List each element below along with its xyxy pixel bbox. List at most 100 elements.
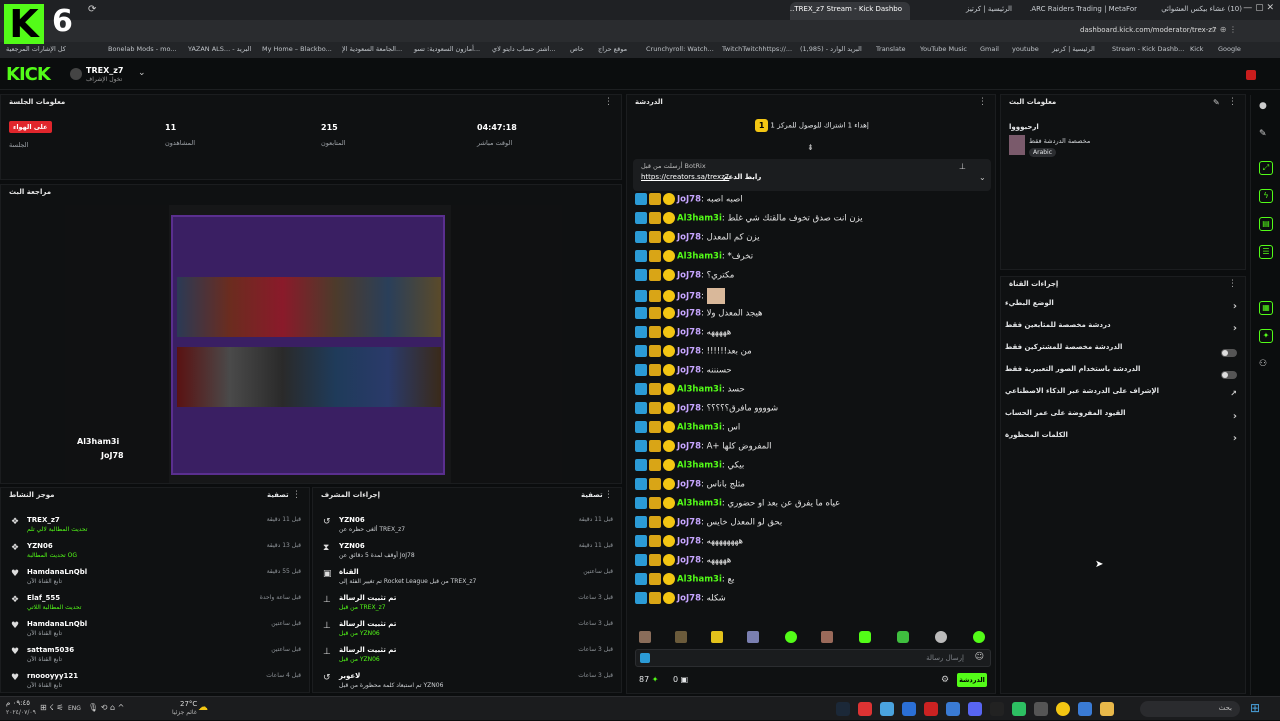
chat-message[interactable]: JoJ78: مثلج باناس (635, 478, 991, 497)
list-item[interactable]: ▣ القناة تم تغيير الفئة إلى Rocket League … (313, 564, 623, 590)
kick-logo[interactable]: KICK (6, 64, 51, 85)
chat-icon[interactable]: ☰ (1259, 245, 1273, 259)
chat-message[interactable]: Al3ham3i: يع (635, 573, 991, 592)
send-chat-button[interactable]: الدردشة (957, 673, 987, 687)
stream-video[interactable]: Al3ham3i JoJ78 (65, 205, 562, 483)
bookmark[interactable]: Crunchyroll: Watch... (646, 45, 714, 53)
chat-message[interactable]: Al3ham3i: يزن انت صدق تخوف مالقتك شي غلط (635, 212, 991, 231)
folder-icon[interactable] (1100, 702, 1114, 716)
steam-icon[interactable] (836, 702, 850, 716)
filter-button[interactable]: تصفية (581, 491, 603, 499)
bolt-icon[interactable]: ϟ (1259, 189, 1273, 203)
list-item[interactable]: ♥ sattam5036 تابع القناة الآن قبل ساعتين (1, 642, 311, 668)
pinned-message[interactable]: أرسلت من قبل BotRix رابط الدعم https://c… (633, 159, 991, 191)
list-item[interactable]: ♥ rnoooyyy121 تابع القناة الآن قبل 4 ساعات (1, 668, 311, 694)
bookmark[interactable]: Google (1218, 45, 1241, 53)
chat-input[interactable]: إرسال رسالة ☺ (635, 649, 991, 667)
bookmark[interactable]: youtube (1012, 45, 1039, 53)
clock-date[interactable]: ٢٠٢٤/٠٧/٠٩ (6, 709, 36, 716)
app-icon[interactable] (924, 702, 938, 716)
chrome-icon[interactable] (1056, 702, 1070, 716)
list-item[interactable]: ⧗ YZN06 أوقف لمدة 5 دقائق عن JoJ78 قبل 11 د… (313, 538, 623, 564)
more-options-icon[interactable]: ⋮ (978, 97, 987, 107)
ai-moderation-row[interactable]: الإشراف على الدردشة عبر الذكاء الاصطناعي… (1001, 387, 1247, 409)
chat-message[interactable]: JoJ78: هههههه (635, 554, 991, 573)
emote-icon[interactable] (935, 631, 947, 643)
list-item[interactable]: ❖ TREX_z7 تحديث المطالبة لالي تلم قبل 11 دق… (1, 512, 311, 538)
collapse-arrow-icon[interactable]: ⇟ (807, 143, 814, 152)
emote-only-row[interactable]: الدردشة باستخدام الصور التعبيرية فقط (1001, 365, 1247, 387)
followers-only-row[interactable]: دردشة مخصصة للمتابعين فقط › (1001, 321, 1247, 343)
tab-arc-raiders[interactable]: ARC Raiders Trading | MetaFor... (1030, 2, 1145, 20)
more-options-icon[interactable]: ⋮ (1228, 97, 1237, 107)
tray-icons-2[interactable]: 🎙 ⟲ ⌂ ^ (88, 703, 124, 712)
counter-value[interactable]: 0 ▣ (673, 675, 688, 684)
chat-message[interactable]: JoJ78: شكله (635, 592, 991, 611)
back-icon[interactable]: ⟳ (88, 4, 96, 15)
slow-mode-row[interactable]: الوضع البطيء › (1001, 299, 1247, 321)
bookmark[interactable]: Gmail (980, 45, 999, 53)
app-icon[interactable] (880, 702, 894, 716)
edit-icon[interactable]: ✎ (1213, 98, 1220, 107)
chat-message[interactable]: JoJ78: !!!!!!من بعد (635, 345, 991, 364)
window-controls[interactable]: — ▢ ✕ (1200, 3, 1280, 13)
list-item[interactable]: ❖ Elaf_555 تحديث المطالبة اللاتي قبل ساعة و… (1, 590, 311, 616)
chat-message[interactable]: JoJ78: حسنننه (635, 364, 991, 383)
app-icon[interactable] (902, 702, 916, 716)
users-icon[interactable]: ⚇ (1259, 359, 1267, 369)
pinned-link[interactable]: https://creators.sa/trexz7 (641, 173, 729, 181)
list-item[interactable]: ❖ YZN06 تحديث المطالبة OG قبل 13 دقيقة (1, 538, 311, 564)
subscribers-only-row[interactable]: الدردشة مخصصة للمشتركين فقط (1001, 343, 1247, 365)
bookmark[interactable]: Bonelab Mods - mo... (108, 45, 177, 53)
app-icon[interactable] (1034, 702, 1048, 716)
emote-icon[interactable] (747, 631, 759, 643)
bookmark[interactable]: Stream - Kick Dashb... (1112, 45, 1184, 53)
tools-icon[interactable]: ✦ (1259, 329, 1273, 343)
more-options-icon[interactable]: ⋮ (604, 97, 613, 107)
chat-message[interactable]: JoJ78: يزن كم المعدل (635, 231, 991, 250)
more-options-icon[interactable]: ⋮ (1228, 279, 1237, 289)
bookmark[interactable]: الرئيسية | كرتيز (1052, 45, 1095, 53)
search-box[interactable]: بحث (1140, 701, 1240, 717)
bookmark[interactable]: Kick (1190, 45, 1203, 53)
edit-icon[interactable]: ✎ (1259, 129, 1267, 139)
chat-message[interactable]: JoJ78: اصبه اصبه (635, 193, 991, 212)
notification-icon[interactable] (1246, 70, 1256, 80)
filter-button[interactable]: تصفية (267, 491, 289, 499)
expand-icon[interactable]: ⤢ (1259, 161, 1273, 175)
tab-kick-dashboard[interactable]: TREX_z7 Stream - Kick Dashbo... (790, 2, 910, 20)
start-icon[interactable]: ⊞ (1250, 701, 1260, 715)
app-icon[interactable] (968, 702, 982, 716)
bookmark[interactable]: موقع حراج (598, 45, 627, 53)
bookmark[interactable]: My Home – Blackbo... (262, 45, 332, 53)
banned-words-row[interactable]: الكلمات المحظورة › (1001, 431, 1247, 453)
chat-message[interactable]: JoJ78: مكتري؟ (635, 269, 991, 288)
goal-banner[interactable]: 1 إهداء 1 اشتراك للوصول للمركز 1 (627, 119, 997, 139)
chevron-down-icon[interactable]: ⌄ (979, 173, 986, 182)
points-counter[interactable]: 87 ✦ (639, 675, 658, 684)
chat-message[interactable]: JoJ78: A+ المفروض كلها (635, 440, 991, 459)
app-icon[interactable] (858, 702, 872, 716)
emote-icon[interactable] (859, 631, 871, 643)
settings-icon[interactable]: ⚙ (941, 675, 949, 685)
chat-message[interactable]: Al3ham3i: عياه ما يفرق عن بعد او حضوري (635, 497, 991, 516)
emote-icon[interactable] (675, 631, 687, 643)
app-icon[interactable] (1078, 702, 1092, 716)
weather-temp[interactable]: 27°C (180, 700, 197, 708)
url-text[interactable]: dashboard.kick.com/moderator/trex-z7 (1080, 26, 1216, 34)
channel-name[interactable]: TREX_z7 (86, 66, 123, 75)
bookmark[interactable]: YAZAN ALS... - البريد (188, 45, 251, 53)
bookmark[interactable]: YouTube Music (920, 45, 967, 53)
tray-icons[interactable]: ⊞ ☇ ⚟ (40, 703, 64, 712)
extension-icons[interactable]: ☆ ⊕ ⋮ (1210, 25, 1237, 34)
emote-icon[interactable] (897, 631, 909, 643)
channel-avatar[interactable] (70, 68, 82, 80)
language-indicator[interactable]: ENG (68, 705, 81, 712)
chat-message[interactable]: Al3ham3i: *تخرف (635, 250, 991, 269)
more-options-icon[interactable]: ⋮ (292, 490, 301, 500)
chat-message[interactable]: Al3ham3i: بيكي (635, 459, 991, 478)
bookmark[interactable]: TwitchTwitchhttps://... (722, 45, 792, 53)
account-age-row[interactable]: القيود المفروضة على عمر الحساب › (1001, 409, 1247, 431)
emote-icon[interactable] (711, 631, 723, 643)
bookmark[interactable]: كل الإشارات المرجعية (6, 45, 66, 53)
